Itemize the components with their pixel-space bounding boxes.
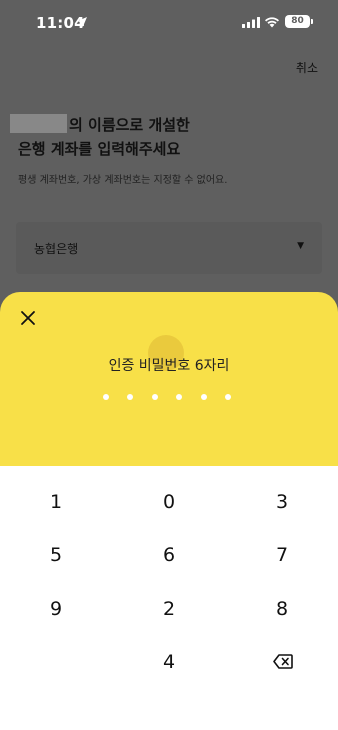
pin-dot <box>151 394 158 400</box>
battery-icon: 80 <box>285 15 310 28</box>
keypad-key[interactable]: 1 <box>0 477 112 527</box>
pin-bottom-sheet: 인증 비밀번호 6자리 <box>0 292 338 466</box>
pin-dots <box>100 394 238 404</box>
backspace-icon <box>273 654 293 669</box>
pin-dot <box>103 394 109 400</box>
redacted-name <box>10 114 67 133</box>
keypad-key[interactable]: 9 <box>0 584 112 634</box>
keypad-key[interactable]: 0 <box>113 477 225 527</box>
wifi-icon <box>265 17 279 28</box>
location-arrow-icon <box>77 17 87 27</box>
title-line-1: 의 이름으로 개설한 <box>10 113 190 137</box>
keypad-key[interactable]: 8 <box>226 584 338 634</box>
signal-icon <box>242 17 260 28</box>
keypad-key[interactable]: 5 <box>0 530 112 580</box>
keypad-key[interactable]: 7 <box>226 530 338 580</box>
keypad-key[interactable]: 3 <box>226 477 338 527</box>
status-bar: 11:04 80 <box>0 0 338 46</box>
keypad-empty <box>0 637 112 687</box>
close-icon[interactable] <box>20 310 36 326</box>
pin-dot <box>225 394 231 400</box>
page-title: 의 이름으로 개설한 은행 계좌를 입력해주세요 <box>10 113 190 161</box>
keypad-key[interactable]: 2 <box>113 584 225 634</box>
pin-dot <box>176 394 183 400</box>
pin-dot <box>200 394 207 400</box>
number-keypad: 103 567 9284 <box>0 466 338 730</box>
page-subtitle: 평생 계좌번호, 가상 계좌번호는 지정할 수 없어요. <box>18 175 228 186</box>
keypad-key[interactable]: 6 <box>113 530 225 580</box>
cancel-button[interactable]: 취소 <box>296 59 318 76</box>
backspace-key[interactable] <box>226 637 338 687</box>
battery-tip <box>311 19 313 24</box>
keypad-key[interactable]: 4 <box>113 637 225 687</box>
pin-dot <box>127 394 134 400</box>
title-line-2: 은행 계좌를 입력해주세요 <box>18 140 181 158</box>
chevron-down-icon: ▼ <box>297 241 304 251</box>
pin-title: 인증 비밀번호 6자리 <box>108 358 230 374</box>
bank-select[interactable]: 농협은행 ▼ <box>16 222 322 274</box>
bank-select-value: 농협은행 <box>34 242 79 256</box>
